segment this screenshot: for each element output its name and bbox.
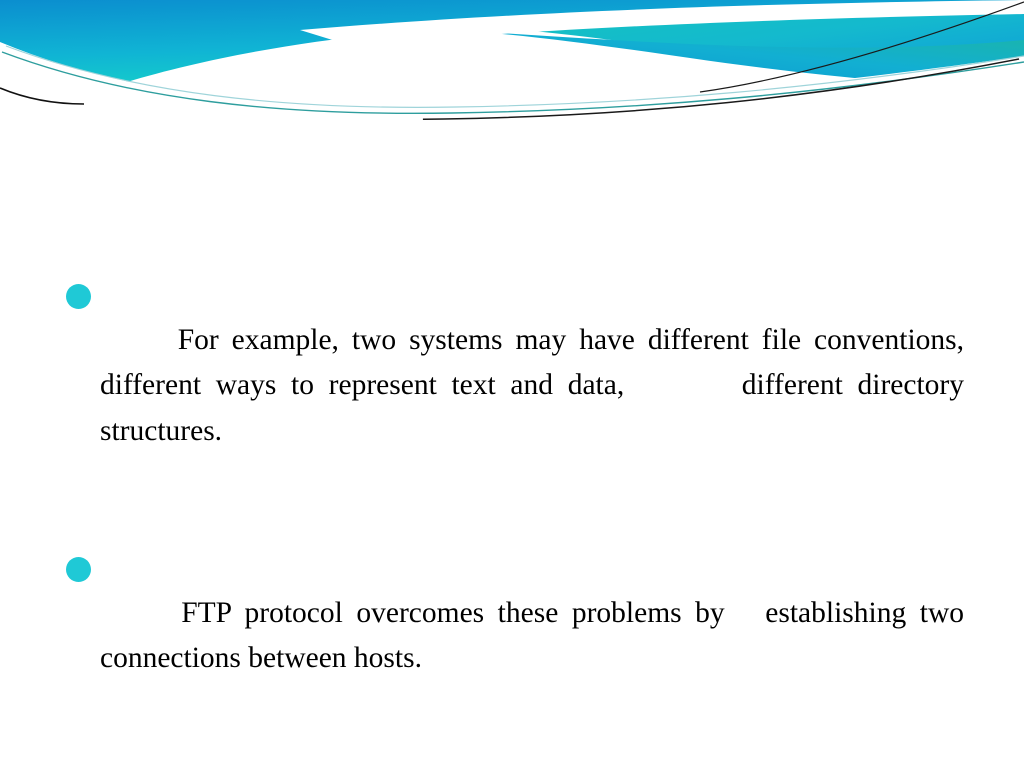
decorative-wave-banner xyxy=(0,0,1024,120)
wave-base-shape xyxy=(0,0,1024,92)
wave-right-lobe xyxy=(470,0,1024,78)
wave-lower-right-shape xyxy=(452,30,1024,90)
bullet-item: FTP protocol overcomes these problems by… xyxy=(62,545,964,768)
wave-hairline-diagonal xyxy=(699,1,1024,93)
bullet-circle-icon xyxy=(66,284,91,309)
wave-white-swoosh xyxy=(0,42,1024,120)
wave-hairline-light xyxy=(5,45,1024,108)
wave-hairline-dark xyxy=(0,57,1024,120)
wave-white-ribbon-upper xyxy=(300,0,1024,46)
bullet-item: For example, two systems may have differ… xyxy=(62,272,964,545)
wave-hairline-teal xyxy=(1,51,1024,115)
bullet-text: For example, two systems may have differ… xyxy=(100,323,972,447)
wave-tip-accent xyxy=(0,87,85,105)
bullet-circle-icon xyxy=(66,557,91,582)
slide-body-content: For example, two systems may have differ… xyxy=(62,272,964,768)
bullet-text: FTP protocol overcomes these problems by… xyxy=(100,596,972,675)
presentation-slide: For example, two systems may have differ… xyxy=(0,0,1024,768)
